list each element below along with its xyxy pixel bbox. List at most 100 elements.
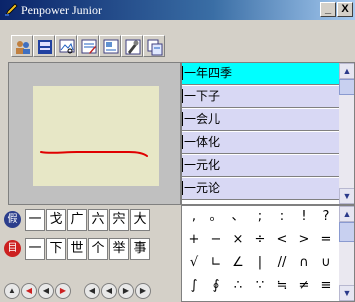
scroll-down-button[interactable]: ▼ [339,188,354,204]
word-char-button[interactable]: 宍 [109,209,129,231]
candidate-label: 一下子 [184,89,221,103]
symbol-key[interactable]: ; [250,206,270,228]
symbol-key[interactable]: , [184,206,204,228]
candidate-item[interactable]: 一体化 [182,132,340,154]
candidate-label: 一元论 [184,181,221,195]
nav-prev-red-button[interactable]: ◀ [21,283,37,299]
word-char-button[interactable]: 广 [67,209,87,231]
pen-icon [5,3,18,16]
symbol-key[interactable]: // [272,252,292,274]
close-button[interactable]: X [337,2,353,17]
symbol-key[interactable]: ≒ [272,275,292,297]
nav-up-button[interactable]: ▲ [4,283,20,299]
symbol-key[interactable]: × [228,229,248,251]
candidate-item[interactable]: 一年四季 [182,63,340,85]
symbol-key[interactable]: √ [184,252,204,274]
candidate-item[interactable]: 一元论 [182,178,340,200]
ink-stroke [40,151,148,157]
users-icon [16,41,30,54]
nav-forward-button[interactable]: ▶ [118,283,134,299]
mode-icon[interactable]: 目 [4,240,21,257]
document-edit-icon [103,39,119,54]
symbol-key[interactable]: + [184,229,204,251]
nav-prev-button[interactable]: ◀ [38,283,54,299]
candidate-label: 一体化 [184,135,221,149]
handwriting-pad[interactable] [33,86,159,186]
candidate-item[interactable]: 一下子 [182,86,340,108]
candidate-marker [182,89,183,103]
nav-last-button[interactable]: ▶ [135,283,151,299]
symbol-key[interactable]: ∵ [250,275,270,297]
word-char-button[interactable]: 世 [67,238,87,260]
text-edit-icon [81,39,97,54]
word-char-button[interactable]: 大 [130,209,150,231]
symbol-scrollbar[interactable]: ▲ ▼ [339,206,354,301]
candidate-marker [182,158,183,172]
symbol-key[interactable]: ∮ [206,275,226,297]
scroll-thumb[interactable] [339,79,354,95]
image-search-icon [59,39,75,54]
symbol-key[interactable]: ∩ [294,252,314,274]
symbol-key[interactable]: ∟ [206,252,226,274]
dictionary-icon [38,40,52,54]
candidate-label: 一会儿 [184,112,221,126]
word-char-button[interactable]: 举 [109,238,129,260]
dictionary-tool-button[interactable] [33,35,55,57]
symbol-key[interactable]: − [206,229,226,251]
symbol-key[interactable]: < [272,229,292,251]
symbol-key[interactable]: ∠ [228,252,248,274]
symbol-key[interactable]: ∪ [316,252,336,274]
candidate-list: 一年四季一下子一会儿一体化一元化一元论 ▲ ▼ [181,62,355,205]
symbol-key[interactable]: ÷ [250,229,270,251]
symbol-key[interactable]: ∴ [228,275,248,297]
symbol-key[interactable]: = [316,229,336,251]
candidate-marker [182,112,183,126]
word-char-button[interactable]: 戈 [46,209,66,231]
copy-tool-button[interactable] [143,35,165,57]
symbol-key[interactable]: > [294,229,314,251]
symbol-key[interactable]: ≡ [316,275,336,297]
word-char-button[interactable]: 一 [25,238,45,260]
candidate-marker [182,181,183,195]
symbol-key[interactable]: ? [316,206,336,228]
candidate-marker [182,135,183,149]
scroll-up-button[interactable]: ▲ [339,63,354,79]
symbol-scroll-up-button[interactable]: ▲ [339,206,354,222]
word-char-button[interactable]: 个 [88,238,108,260]
symbol-key[interactable]: ∫ [184,275,204,297]
users-tool-button[interactable] [11,35,33,57]
symbol-scroll-down-button[interactable]: ▼ [339,285,354,301]
symbol-key[interactable]: 。 [206,206,226,228]
nav-back-button[interactable]: ◀ [101,283,117,299]
symbol-key[interactable]: ≠ [294,275,314,297]
image-search-tool-button[interactable] [55,35,77,57]
text-edit-tool-button[interactable] [77,35,99,57]
title-bar: Penpower Junior _ X [0,0,355,20]
candidate-scrollbar[interactable]: ▲ ▼ [339,63,354,204]
window-title: Penpower Junior [21,3,102,17]
symbol-scroll-thumb[interactable] [339,222,354,242]
handwriting-frame [8,62,181,205]
word-char-button[interactable]: 六 [88,209,108,231]
candidate-marker [182,66,183,80]
tools-icon [125,39,141,55]
tools-tool-button[interactable] [121,35,143,57]
candidate-label: 一年四季 [184,66,233,80]
document-edit-tool-button[interactable] [99,35,121,57]
nav-next-red-button[interactable]: ▶ [55,283,71,299]
nav-first-button[interactable]: ◀ [84,283,100,299]
symbol-panel: ,。、;:!? + − × ÷ < > = √ ∟ ∠ |//∩ ∪ ∫ ∮ ∴ ∵ ≒ ≠ ≡ ▲ ▼ [181,205,355,302]
candidate-label: 一元化 [184,158,221,172]
candidate-item[interactable]: 一会儿 [182,109,340,131]
mode-icon[interactable]: 假 [4,211,21,228]
word-char-button[interactable]: 事 [130,238,150,260]
word-char-button[interactable]: 下 [46,238,66,260]
minimize-button[interactable]: _ [320,2,336,17]
candidate-item[interactable]: 一元化 [182,155,340,177]
symbol-key[interactable]: | [250,252,270,274]
symbol-key[interactable]: ! [294,206,314,228]
copy-icon [147,39,163,56]
word-char-button[interactable]: 一 [25,209,45,231]
symbol-key[interactable]: 、 [228,206,248,228]
symbol-key[interactable]: : [272,206,292,228]
